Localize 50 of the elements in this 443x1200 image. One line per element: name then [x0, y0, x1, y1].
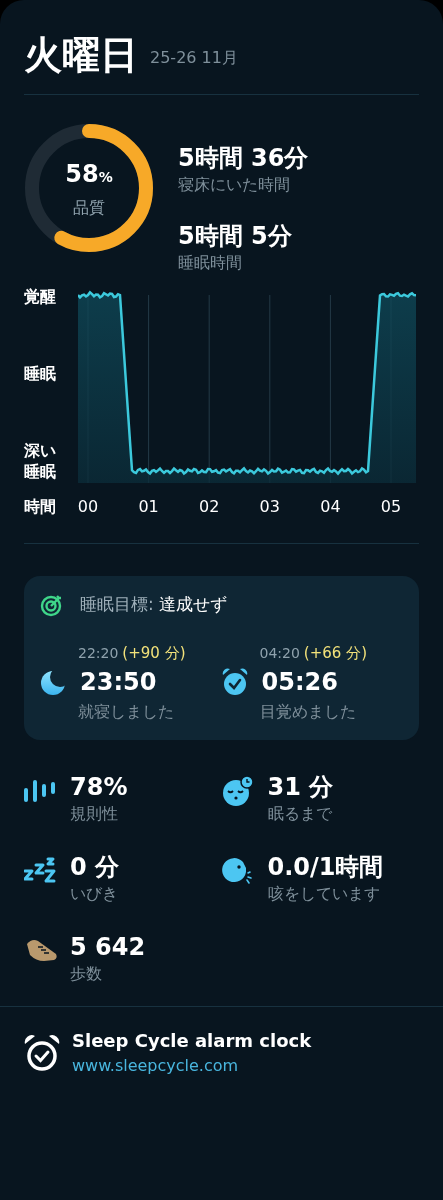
actual-time: 05:26	[261, 667, 338, 698]
moon-icon	[40, 668, 66, 696]
date-range: 25-26 11月	[150, 47, 238, 69]
duration-label: 寝床にいた時間	[178, 174, 291, 196]
target-time: 22:20	[78, 643, 119, 663]
target-icon	[40, 592, 64, 617]
stage-label: 深い睡眠	[24, 441, 57, 483]
zzz-icon	[24, 857, 56, 885]
hour-label: 04	[320, 496, 341, 518]
quality-label: 品質	[73, 197, 105, 219]
duration-value: 5時間 5分	[178, 221, 293, 251]
stat-value: 5 642	[70, 932, 146, 962]
time-label: 就寝しました	[77, 701, 175, 723]
hour-label: 05	[380, 496, 402, 518]
stat-label: 歩数	[70, 963, 103, 985]
stat-label: 咳をしています	[267, 883, 381, 905]
duration-label: 睡眠時間	[178, 252, 243, 274]
axis-label: 時間	[24, 496, 57, 518]
bars-icon	[24, 778, 56, 804]
actual-time: 23:50	[80, 667, 157, 698]
stat-value: 0.0/1時間	[267, 852, 384, 882]
quality-percent: 58	[65, 159, 99, 190]
target-time: 04:20	[259, 643, 300, 663]
hour-label: 03	[259, 496, 280, 518]
stat-value: 0 分	[70, 852, 120, 882]
goal-title: 睡眠目標:	[80, 594, 154, 614]
website-link[interactable]: www.sleepcycle.com	[72, 1054, 312, 1078]
hour-label: 02	[199, 496, 220, 518]
time-difference: (+66 分)	[303, 642, 367, 664]
stat-value: 31 分	[267, 772, 334, 802]
alarm-clock-icon	[24, 1033, 60, 1072]
stat-label: いびき	[70, 883, 119, 905]
hour-label: 01	[138, 496, 159, 518]
app-name: Sleep Cycle alarm clock	[72, 1029, 312, 1053]
duration-value: 5時間 36分	[178, 143, 309, 173]
stat-label: 眠るまで	[267, 803, 333, 825]
stage-label: 睡眠	[24, 364, 57, 385]
time-label: 目覚めました	[258, 701, 357, 723]
sleepy-face-icon	[221, 775, 254, 807]
stage-label: 覚醒	[24, 287, 57, 308]
goal-status: 達成せず	[159, 594, 228, 614]
hour-label: 00	[77, 496, 99, 518]
coughing-face-icon	[221, 856, 254, 886]
stat-label: 規則性	[70, 803, 119, 825]
shoe-icon	[24, 938, 58, 964]
day-title: 火曜日	[24, 36, 138, 74]
percent-sign: %	[98, 169, 113, 187]
stat-value: 78%	[70, 772, 128, 802]
alarm-clock-icon	[221, 668, 248, 696]
time-difference: (+90 分)	[122, 642, 186, 664]
